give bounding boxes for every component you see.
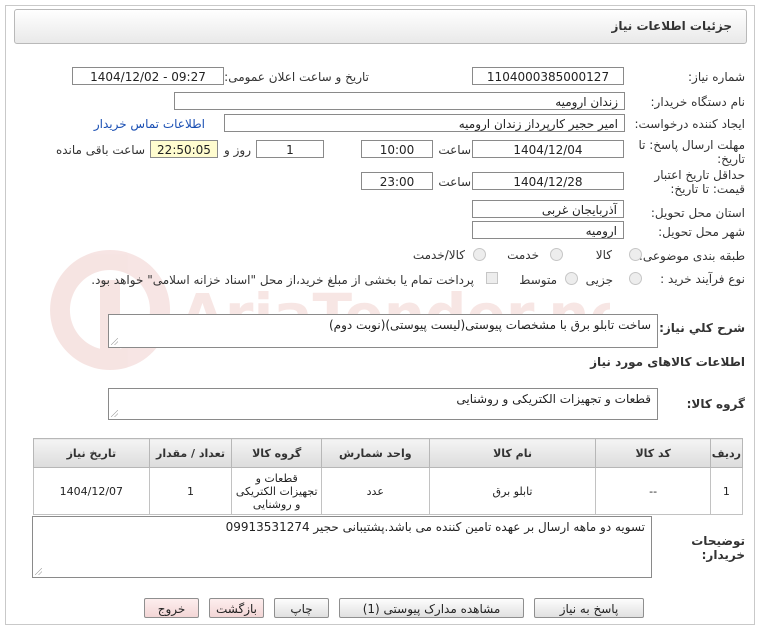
remaining-time-field: 22:50:05 <box>150 140 218 158</box>
cell-date: 1404/12/07 <box>33 467 150 515</box>
province-field: آذربایجان غربی <box>472 200 624 218</box>
exit-button[interactable]: خروج <box>144 598 199 618</box>
goods-group-label: گروه کالا: <box>686 397 745 411</box>
announce-label: تاریخ و ساعت اعلان عمومی: <box>224 70 369 84</box>
announce-field: 1404/12/02 - 09:27 <box>72 67 224 85</box>
buyer-org-field: زندان ارومیه <box>174 92 625 110</box>
buyer-notes-label-2: خریدار: <box>701 548 745 562</box>
process-medium-label: متوسط <box>519 273 557 287</box>
city-label: شهر محل تحویل: <box>658 225 745 239</box>
print-button[interactable]: چاپ <box>274 598 329 618</box>
process-label: نوع فرآیند خرید : <box>660 272 745 286</box>
page-header: جزئیات اطلاعات نیاز <box>14 9 747 44</box>
deadline-label-2: تاریخ: <box>717 152 745 166</box>
category-goods-label: کالا <box>595 248 612 262</box>
buyer-notes-text: تسویه دو ماهه ارسال بر عهده تامین کننده … <box>225 520 645 534</box>
province-label: استان محل تحویل: <box>650 206 745 220</box>
page-title: جزئیات اطلاعات نیاز <box>611 19 732 33</box>
category-goods-service-label: کالا/خدمت <box>412 248 465 262</box>
category-service-radio[interactable] <box>550 248 563 261</box>
deadline-time-label: ساعت <box>438 143 471 157</box>
validity-date-field: 1404/12/28 <box>472 172 624 190</box>
cell-quantity: 1 <box>148 467 233 515</box>
reply-button[interactable]: پاسخ به نیاز <box>534 598 644 618</box>
goods-group-text: قطعات و تجهیزات الکتریکی و روشنایی <box>456 392 651 406</box>
process-minor-radio[interactable] <box>629 272 642 285</box>
col-header-quantity: تعداد / مقدار <box>148 438 233 468</box>
category-goods-radio[interactable] <box>629 248 642 261</box>
col-header-name: نام کالا <box>428 438 597 468</box>
process-medium-radio[interactable] <box>565 272 578 285</box>
buyer-org-label: نام دستگاه خریدار: <box>650 95 746 109</box>
col-header-date: تاریخ نیاز <box>33 438 150 468</box>
cell-unit: عدد <box>321 467 430 515</box>
table-header-row: ردیف کد کالا نام کالا واحد شمارش گروه کا… <box>33 438 744 468</box>
deadline-date-field: 1404/12/04 <box>472 140 624 158</box>
summary-label: شرح کلي نياز: <box>659 321 745 335</box>
buyer-notes-label: توضیحات <box>691 534 745 548</box>
creator-label: ایجاد کننده درخواست: <box>634 117 745 131</box>
treasury-checkbox[interactable] <box>486 272 498 284</box>
col-header-row-number: ردیف <box>709 438 744 468</box>
city-field: ارومیه <box>472 221 624 239</box>
items-table: ردیف کد کالا نام کالا واحد شمارش گروه کا… <box>33 438 744 515</box>
validity-time-label: ساعت <box>438 175 471 189</box>
table-row: 1 -- تابلو برق عدد قطعات و تجهیزات الکتر… <box>33 467 744 515</box>
deadline-time-field: 10:00 <box>361 140 433 158</box>
process-minor-label: جزیی <box>585 273 613 287</box>
resize-grip-icon[interactable] <box>111 338 118 345</box>
validity-label: حداقل تاریخ اعتبار <box>654 168 745 182</box>
remaining-label: ساعت باقی مانده <box>55 143 145 157</box>
cell-code: -- <box>595 467 711 515</box>
creator-field: امیر حجیر کارپرداز زندان ارومیه <box>224 114 625 132</box>
summary-text: ساخت تابلو برق با مشخصات پیوستی(لیست پیو… <box>328 318 651 332</box>
validity-time-field: 23:00 <box>361 172 433 190</box>
goods-group-textarea[interactable]: قطعات و تجهیزات الکتریکی و روشنایی <box>108 388 658 420</box>
cell-group: قطعات و تجهیزات الکتریکی و روشنایی <box>231 467 323 515</box>
col-header-unit: واحد شمارش <box>321 438 430 468</box>
summary-textarea[interactable]: ساخت تابلو برق با مشخصات پیوستی(لیست پیو… <box>108 314 658 348</box>
col-header-group: گروه کالا <box>231 438 323 468</box>
back-button[interactable]: بازگشت <box>209 598 264 618</box>
goods-info-title: اطلاعات کالاهای مورد نیاز <box>590 355 745 369</box>
col-header-code: کد کالا <box>595 438 711 468</box>
contact-info-link[interactable]: اطلاعات تماس خریدار <box>94 117 205 131</box>
days-field: 1 <box>256 140 324 158</box>
view-attachments-button[interactable]: مشاهده مدارک پیوستی (1) <box>339 598 524 618</box>
cell-name: تابلو برق <box>428 467 597 515</box>
buyer-notes-textarea[interactable]: تسویه دو ماهه ارسال بر عهده تامین کننده … <box>32 516 652 578</box>
need-number-label: شماره نیاز: <box>688 70 745 84</box>
category-service-label: خدمت <box>507 248 539 262</box>
payment-note: پرداخت تمام یا بخشی از مبلغ خرید،از محل … <box>91 273 474 287</box>
days-label: روز و <box>224 143 251 157</box>
resize-grip-icon[interactable] <box>111 410 118 417</box>
category-label: طبقه بندی موضوعی: <box>638 249 745 263</box>
validity-label-2: قیمت: تا تاریخ: <box>670 182 745 196</box>
resize-grip-icon[interactable] <box>35 568 42 575</box>
cell-row-number: 1 <box>709 467 744 515</box>
category-goods-service-radio[interactable] <box>473 248 486 261</box>
need-number-field: 1104000385000127 <box>472 67 624 85</box>
deadline-label: مهلت ارسال پاسخ: تا <box>638 138 745 152</box>
